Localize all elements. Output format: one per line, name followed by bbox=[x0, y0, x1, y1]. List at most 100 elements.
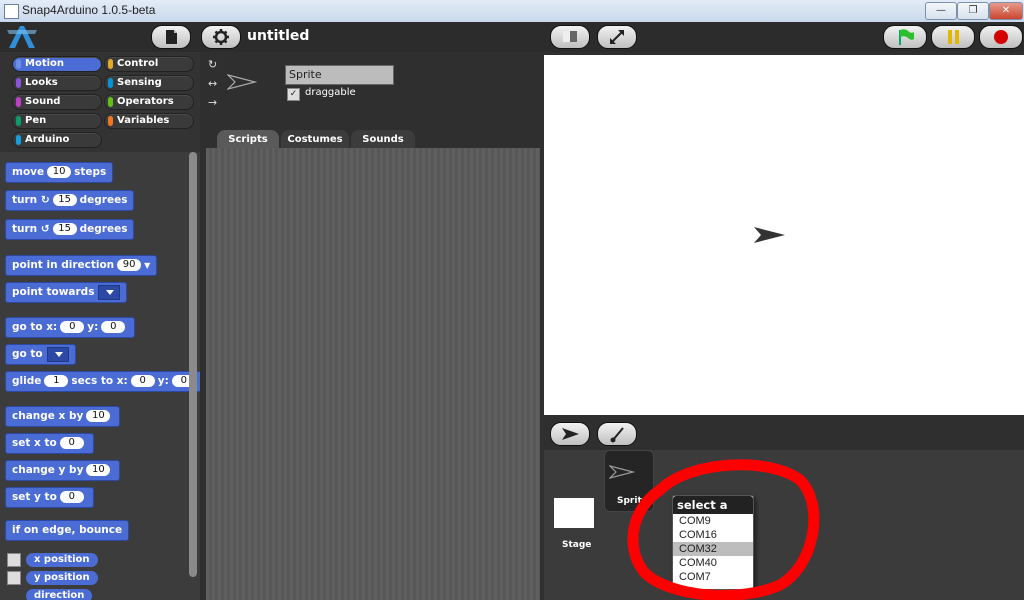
control-color-icon bbox=[108, 59, 113, 69]
paintbrush-icon bbox=[610, 427, 624, 443]
window-title: Snap4Arduino 1.0.5-beta bbox=[22, 3, 156, 17]
corral-toolbar bbox=[544, 418, 1024, 450]
tab-costumes[interactable]: Costumes bbox=[281, 130, 349, 148]
direction-input[interactable]: 90 bbox=[117, 259, 142, 271]
go-to-dropdown[interactable] bbox=[46, 346, 69, 362]
file-menu-button[interactable] bbox=[151, 25, 191, 49]
block-go-to[interactable]: go to bbox=[5, 344, 76, 365]
block-glide[interactable]: glide 1 secs to x: 0 y: 0 bbox=[5, 371, 200, 392]
stage-size-button[interactable] bbox=[550, 25, 590, 49]
presentation-mode-button[interactable] bbox=[597, 25, 637, 49]
minimize-button[interactable]: — bbox=[925, 2, 957, 20]
block-change-y[interactable]: change y by 10 bbox=[5, 460, 121, 481]
category-operators[interactable]: Operators bbox=[104, 94, 194, 110]
paint-new-sprite-button[interactable] bbox=[597, 422, 637, 446]
block-turn-counterclockwise[interactable]: turn ↺ 15 degrees bbox=[5, 219, 135, 240]
turn-ccw-degrees-input[interactable]: 15 bbox=[52, 223, 77, 235]
move-steps-input[interactable]: 10 bbox=[47, 166, 72, 178]
y-position-checkbox[interactable] bbox=[7, 571, 21, 585]
sound-color-icon bbox=[16, 97, 21, 107]
reporter-y-position[interactable]: y position bbox=[26, 571, 98, 585]
block-set-x[interactable]: set x to 0 bbox=[5, 433, 94, 454]
rotation-style-none-icon[interactable]: → bbox=[208, 96, 217, 109]
app-icon bbox=[4, 4, 19, 19]
reporter-direction[interactable]: direction bbox=[26, 589, 93, 600]
looks-color-icon bbox=[16, 78, 21, 88]
top-toolbar: untitled bbox=[0, 22, 1024, 52]
turn-cw-degrees-input[interactable]: 15 bbox=[52, 194, 77, 206]
variables-color-icon bbox=[108, 116, 113, 126]
motion-color-icon bbox=[16, 59, 21, 69]
category-pen[interactable]: Pen bbox=[12, 113, 102, 129]
x-position-checkbox[interactable] bbox=[7, 553, 21, 567]
pause-button[interactable] bbox=[931, 25, 975, 49]
operators-color-icon bbox=[108, 97, 113, 107]
change-y-input[interactable]: 10 bbox=[86, 464, 111, 476]
close-button[interactable]: ✕ bbox=[989, 2, 1023, 20]
tab-scripts[interactable]: Scripts bbox=[217, 130, 279, 148]
block-turn-clockwise[interactable]: turn ↻ 15 degrees bbox=[5, 190, 135, 211]
block-if-on-edge-bounce[interactable]: if on edge, bounce bbox=[5, 520, 130, 541]
category-selector: Motion Looks Sound Pen Arduino Control S… bbox=[0, 52, 200, 152]
block-point-towards[interactable]: point towards bbox=[5, 282, 128, 303]
glide-x-input[interactable]: 0 bbox=[130, 375, 155, 387]
draggable-label: draggable bbox=[305, 87, 356, 98]
block-change-x[interactable]: change x by 10 bbox=[5, 406, 121, 427]
settings-button[interactable] bbox=[201, 25, 241, 49]
stop-button[interactable] bbox=[979, 25, 1023, 49]
sprite-name-field[interactable]: Sprite bbox=[285, 65, 394, 85]
project-title: untitled bbox=[247, 28, 310, 44]
change-x-input[interactable]: 10 bbox=[86, 410, 111, 422]
green-flag-button[interactable] bbox=[883, 25, 927, 49]
goto-y-input[interactable]: 0 bbox=[101, 321, 126, 333]
pen-color-icon bbox=[16, 116, 21, 126]
category-control[interactable]: Control bbox=[104, 56, 194, 72]
category-arduino[interactable]: Arduino bbox=[12, 132, 102, 148]
sprite-thumbnail-icon bbox=[227, 74, 257, 90]
set-x-input[interactable]: 0 bbox=[59, 437, 84, 449]
maximize-button[interactable]: ❐ bbox=[957, 2, 989, 20]
point-towards-dropdown[interactable] bbox=[98, 284, 121, 300]
category-sensing[interactable]: Sensing bbox=[104, 75, 194, 91]
pause-icon bbox=[948, 30, 959, 44]
window-title-bar: Snap4Arduino 1.0.5-beta — ❐ ✕ bbox=[0, 0, 1024, 23]
palette-scrollbar[interactable] bbox=[189, 152, 197, 577]
stage-label: Stage bbox=[562, 540, 592, 550]
red-annotation-circle bbox=[627, 459, 820, 600]
draggable-checkbox[interactable]: ✓ bbox=[287, 88, 300, 101]
turn-clockwise-icon: ↻ bbox=[40, 194, 50, 206]
set-y-input[interactable]: 0 bbox=[59, 491, 84, 503]
normal-stage-icon bbox=[563, 31, 577, 42]
scripts-area[interactable] bbox=[206, 148, 540, 600]
category-looks[interactable]: Looks bbox=[12, 75, 102, 91]
green-flag-icon bbox=[899, 29, 914, 45]
block-palette: move 10 steps turn ↻ 15 degrees turn ↺ 15 degr… bbox=[0, 152, 200, 600]
block-point-in-direction[interactable]: point in direction 90 ▼ bbox=[5, 255, 158, 276]
turn-counterclockwise-icon: ↺ bbox=[40, 223, 50, 235]
reporter-x-position[interactable]: x position bbox=[26, 553, 98, 567]
dropdown-arrow-icon[interactable]: ▼ bbox=[144, 261, 150, 270]
turtle-icon bbox=[562, 428, 579, 440]
category-variables[interactable]: Variables bbox=[104, 113, 194, 129]
stage-thumbnail[interactable] bbox=[554, 498, 594, 528]
tab-sounds[interactable]: Sounds bbox=[351, 130, 415, 148]
gear-icon bbox=[213, 29, 229, 45]
arduino-color-icon bbox=[16, 135, 21, 145]
stage[interactable] bbox=[544, 55, 1024, 415]
add-turtle-sprite-button[interactable] bbox=[550, 422, 590, 446]
block-move[interactable]: move 10 steps bbox=[5, 162, 114, 183]
file-icon bbox=[166, 30, 177, 44]
rotation-style-flip-icon[interactable]: ↔ bbox=[208, 77, 217, 90]
snap-logo-icon bbox=[7, 26, 37, 48]
sensing-color-icon bbox=[108, 78, 113, 88]
stop-icon bbox=[994, 30, 1008, 44]
sprite-arrow-icon[interactable] bbox=[753, 226, 787, 244]
glide-secs-input[interactable]: 1 bbox=[44, 375, 69, 387]
category-sound[interactable]: Sound bbox=[12, 94, 102, 110]
block-set-y[interactable]: set y to 0 bbox=[5, 487, 94, 508]
expand-icon bbox=[610, 30, 624, 44]
category-motion[interactable]: Motion bbox=[12, 56, 102, 72]
block-go-to-xy[interactable]: go to x: 0 y: 0 bbox=[5, 317, 136, 338]
goto-x-input[interactable]: 0 bbox=[60, 321, 85, 333]
rotation-style-rotate-icon[interactable]: ↻ bbox=[208, 58, 217, 71]
